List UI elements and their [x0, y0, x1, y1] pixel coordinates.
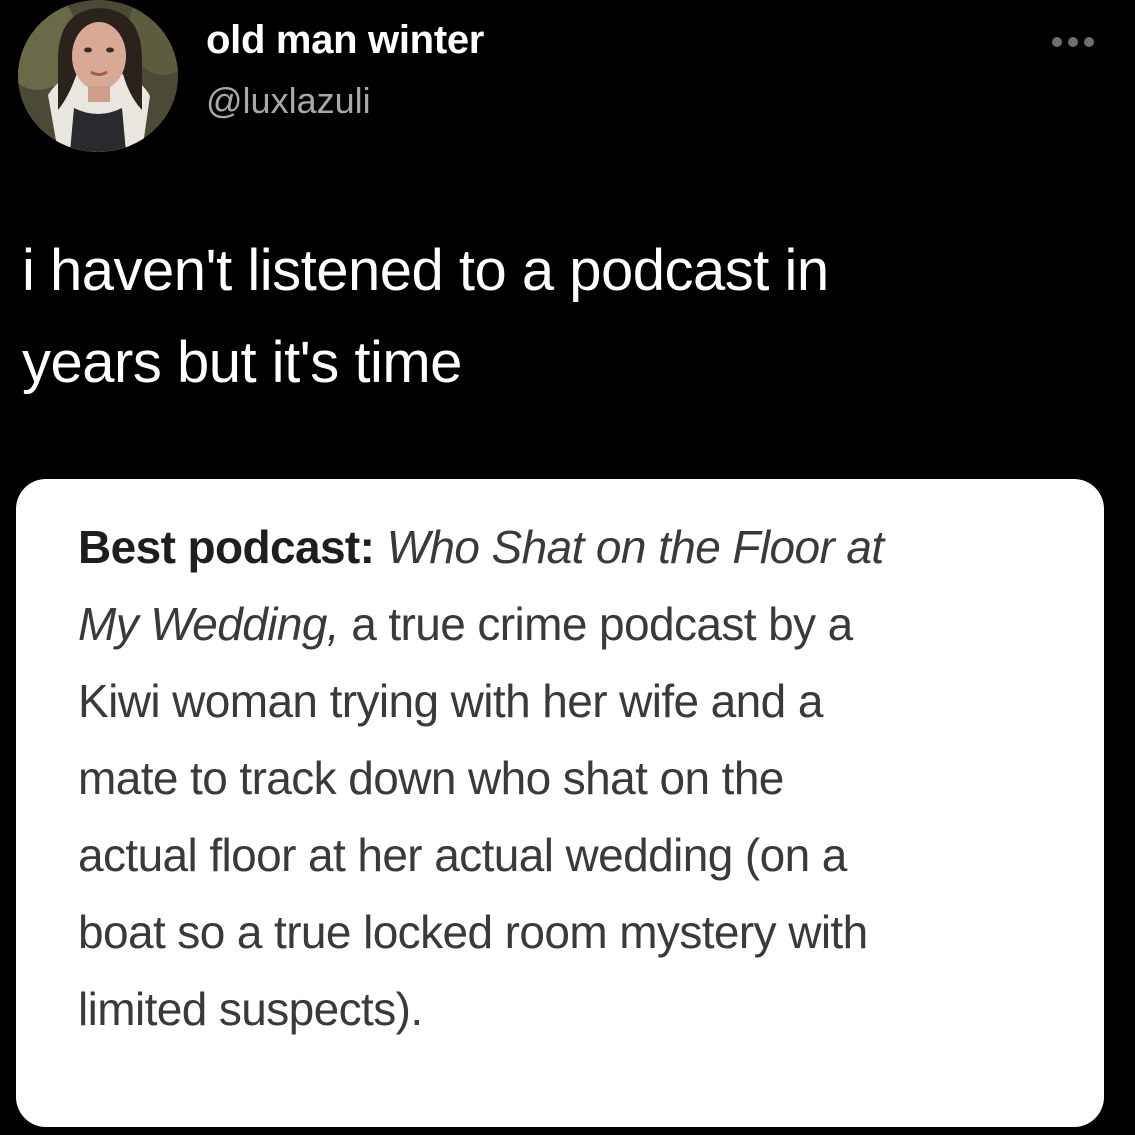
card-line-italic: My Wedding,	[78, 598, 340, 650]
card-line: Best podcast: Who Shat on the Floor at	[78, 509, 1078, 586]
more-dot	[1068, 37, 1078, 47]
card-line: Kiwi woman trying with her wife and a	[78, 675, 823, 727]
card-line: limited suspects).	[78, 983, 423, 1035]
card-line: My Wedding, a true crime podcast by a	[78, 586, 1078, 663]
more-horizontal-icon[interactable]	[1052, 34, 1102, 50]
avatar[interactable]	[18, 0, 178, 152]
avatar-photo	[18, 0, 178, 152]
card-line: mate to track down who shat on the	[78, 752, 784, 804]
card-line: actual floor at her actual wedding (on a	[78, 829, 847, 881]
attached-image-card[interactable]: Best podcast: Who Shat on the Floor at M…	[16, 479, 1104, 1127]
tweet-text-line: years but it's time	[22, 330, 462, 395]
more-dot	[1084, 37, 1094, 47]
more-dot	[1052, 37, 1062, 47]
card-line-bold: Best podcast:	[78, 521, 375, 573]
tweet-text-line: i haven't listened to a podcast in	[22, 238, 829, 303]
author-display-name[interactable]: old man winter	[206, 18, 484, 63]
attached-image-text: Best podcast: Who Shat on the Floor at M…	[78, 509, 1078, 1048]
card-line: boat so a true locked room mystery with	[78, 906, 868, 958]
card-line-text: a true crime podcast by a	[351, 598, 853, 650]
author-handle[interactable]: @luxlazuli	[206, 80, 371, 122]
tweet-text: i haven't listened to a podcast in years…	[22, 225, 1102, 409]
card-line-italic: Who Shat on the Floor at	[386, 521, 885, 573]
